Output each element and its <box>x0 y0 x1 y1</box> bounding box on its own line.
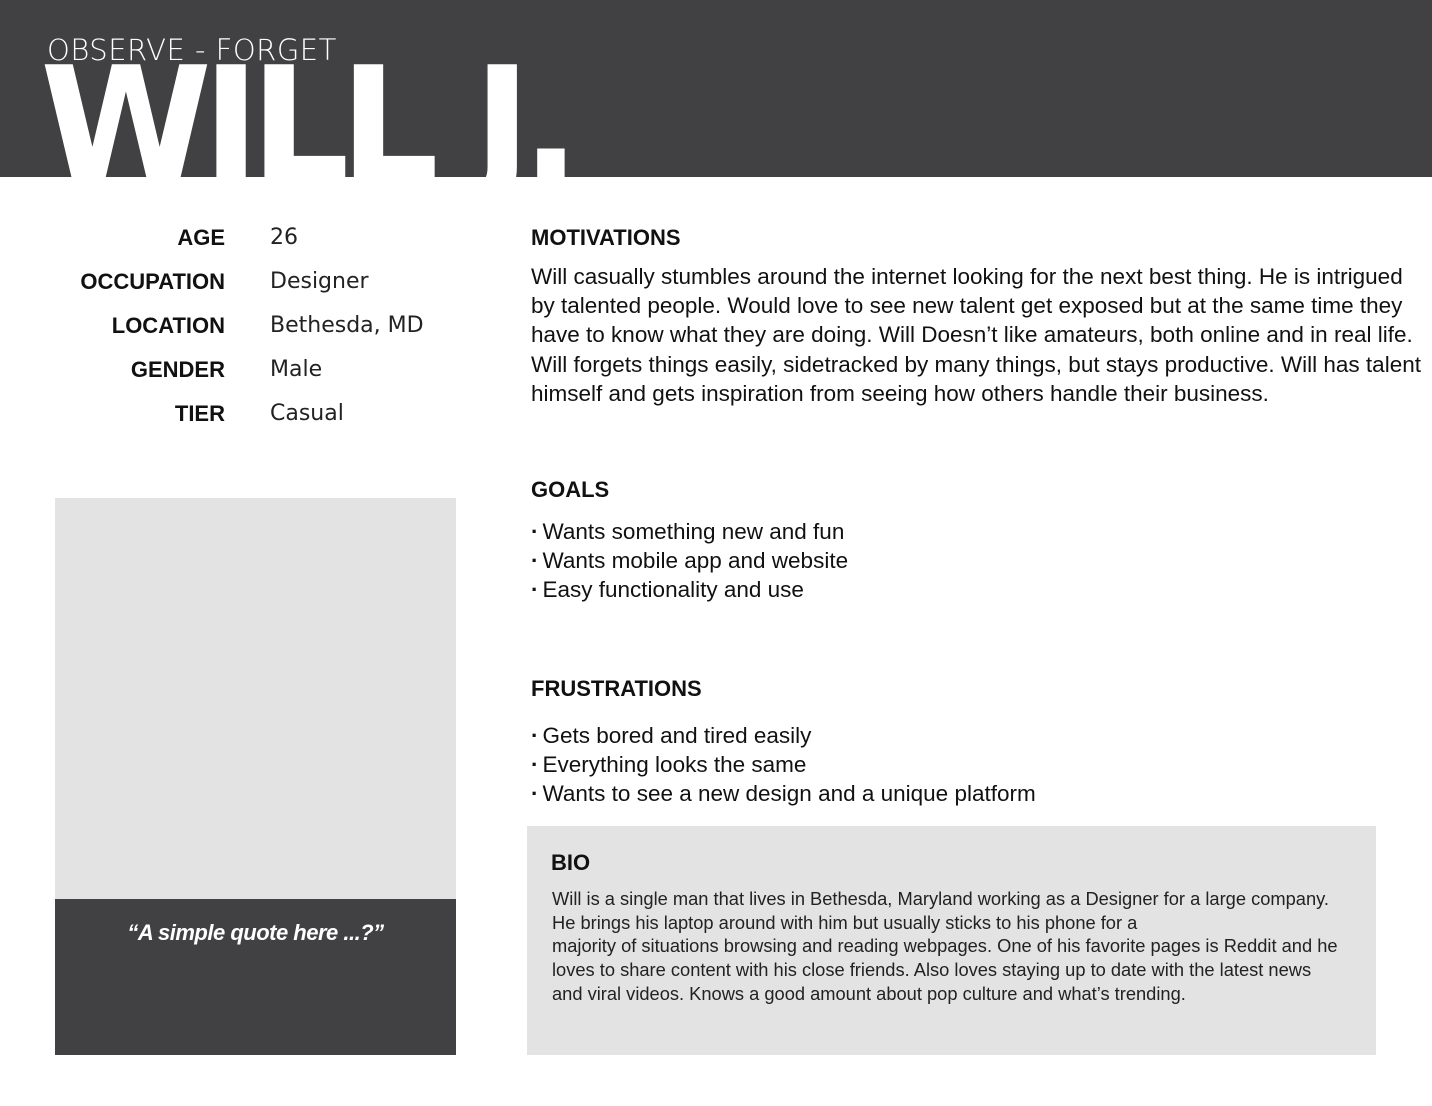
list-item: Easy functionality and use <box>531 575 1411 604</box>
header-banner: OBSERVE - FORGET WILL J. <box>0 0 1432 177</box>
info-row-gender: GENDER Male <box>55 354 475 398</box>
list-item: Everything looks the same <box>531 750 1411 779</box>
bio-line: and viral videos. Knows a good amount ab… <box>552 982 1186 1004</box>
bio-line: Will is a single man that lives in Bethe… <box>552 888 1329 909</box>
age-value: 26 <box>270 225 298 250</box>
info-row-location: LOCATION Bethesda, MD <box>55 310 475 354</box>
location-label: LOCATION <box>111 313 225 338</box>
bio-line: majority of situations browsing and read… <box>552 935 1338 957</box>
frustrations-heading: FRUSTRATIONS <box>531 676 702 701</box>
age-label: AGE <box>177 225 225 250</box>
gender-label: GENDER <box>130 357 225 382</box>
info-row-age: AGE 26 <box>55 222 475 266</box>
info-row-occupation: OCCUPATION Designer <box>55 266 475 310</box>
bio-text: Will is a single man that lives in Bethe… <box>552 887 1372 1006</box>
list-item: Wants to see a new design and a unique p… <box>531 779 1411 808</box>
bio-panel: BIO Will is a single man that lives in B… <box>527 826 1376 1055</box>
list-item: Gets bored and tired easily <box>531 721 1411 750</box>
occupation-value: Designer <box>270 269 369 294</box>
bio-line: He brings his laptop around with him but… <box>552 911 1138 933</box>
persona-quote: “A simple quote here ...?” <box>127 920 384 945</box>
motivations-text: Will casually stumbles around the intern… <box>531 264 1421 406</box>
tier-label: TIER <box>174 401 225 426</box>
motivations-heading: MOTIVATIONS <box>531 225 681 250</box>
tier-value: Casual <box>270 401 344 426</box>
profile-info: AGE 26 OCCUPATION Designer LOCATION Beth… <box>55 222 475 442</box>
bio-heading: BIO <box>551 850 591 875</box>
persona-name: WILL J. <box>40 33 581 177</box>
frustrations-list: Gets bored and tired easily Everything l… <box>531 721 1411 808</box>
occupation-label: OCCUPATION <box>80 269 225 294</box>
persona-photo-placeholder <box>55 498 456 899</box>
gender-value: Male <box>270 357 323 382</box>
quote-box: “A simple quote here ...?” <box>55 899 456 1055</box>
goals-heading: GOALS <box>531 477 610 502</box>
list-item: Wants mobile app and website <box>531 546 1411 575</box>
info-row-tier: TIER Casual <box>55 398 475 442</box>
goals-list: Wants something new and fun Wants mobile… <box>531 517 1411 604</box>
location-value: Bethesda, MD <box>270 313 424 338</box>
bio-line: loves to share content with his close fr… <box>552 959 1312 981</box>
list-item: Wants something new and fun <box>531 517 1411 546</box>
